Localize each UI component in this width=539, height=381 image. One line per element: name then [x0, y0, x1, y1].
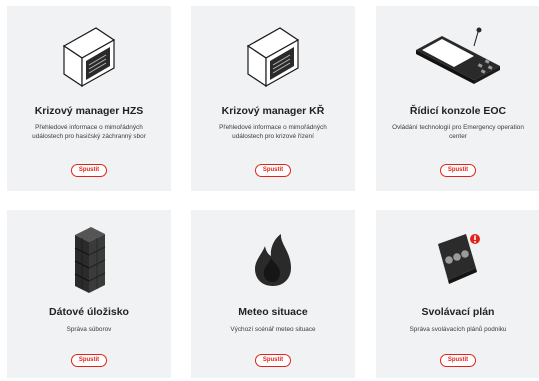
- alarm-device-icon: [376, 220, 539, 300]
- card-description: Ovládání technologií pro Emergency opera…: [382, 123, 534, 141]
- card-krizovy-manager-hzs: Krizový manager HZS Přehledové informace…: [7, 6, 171, 191]
- card-description: Výchozí scénář meteo situace: [197, 325, 349, 334]
- card-title: Meteo situace: [238, 306, 308, 318]
- card-description-line: Výchozí scénář meteo situace: [230, 326, 316, 333]
- card-description-line: událostech pro hasičský záchranný sbor: [32, 133, 146, 140]
- card-description-line: Přehledové informace o mimořádných: [219, 124, 327, 131]
- card-description: Správa svolávacích plánů podniku: [382, 325, 534, 334]
- card-description: Přehledové informace o mimořádných událo…: [197, 123, 349, 141]
- launch-button[interactable]: Spustit: [71, 164, 107, 177]
- card-description-line: Správa súborov: [66, 326, 112, 333]
- launch-button[interactable]: Spustit: [255, 164, 291, 177]
- monitor-icon: [191, 20, 355, 92]
- launch-button[interactable]: Spustit: [440, 354, 476, 367]
- fire-icon: [191, 220, 355, 300]
- card-description-line: Správa svolávacích plánů podniku: [409, 326, 507, 333]
- launch-button[interactable]: Spustit: [71, 354, 107, 367]
- card-datove-ulozisko: Dátové úložisko Správa súborov Spustit: [7, 210, 171, 378]
- monitor-icon: [7, 20, 171, 92]
- card-title: Krizový manager KŘ: [221, 105, 325, 117]
- server-storage-icon: [7, 220, 171, 300]
- card-description-line: center: [449, 133, 467, 140]
- card-description: Správa súborov: [13, 325, 165, 334]
- launch-button[interactable]: Spustit: [255, 354, 291, 367]
- launch-button[interactable]: Spustit: [440, 164, 476, 177]
- card-ridici-konzole-eoc: Řídicí konzole EOC Ovládání technologií …: [376, 6, 539, 191]
- card-title: Řídicí konzole EOC: [409, 105, 507, 117]
- card-krizovy-manager-kr: Krizový manager KŘ Přehledové informace …: [191, 6, 355, 191]
- card-description-line: Ovládání technologií pro Emergency opera…: [392, 124, 524, 131]
- card-description-line: Přehledové informace o mimořádných: [35, 124, 143, 131]
- card-description: Přehledové informace o mimořádných událo…: [13, 123, 165, 141]
- card-meteo-situace: Meteo situace Výchozí scénář meteo situa…: [191, 210, 355, 378]
- card-description-line: událostech pro krizové řízení: [232, 133, 314, 140]
- card-svolavaci-plan: Svolávací plán Správa svolávacích plánů …: [376, 210, 539, 378]
- card-title: Dátové úložisko: [49, 306, 129, 318]
- control-console-icon: [376, 20, 539, 92]
- card-title: Krizový manager HZS: [34, 105, 144, 117]
- app-launcher-grid: Krizový manager HZS Přehledové informace…: [0, 0, 539, 381]
- card-title: Svolávací plán: [421, 306, 495, 318]
